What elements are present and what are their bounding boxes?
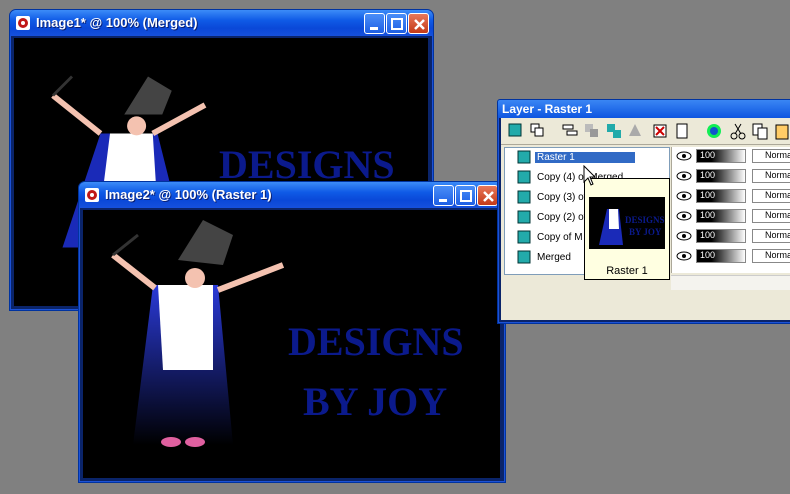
adjust-layer-icon[interactable] [627,122,645,140]
maximize-button[interactable] [455,185,476,206]
mask-icon[interactable] [705,122,723,140]
visibility-eye-icon[interactable] [676,191,692,201]
image2-window[interactable]: Image2* @ 100% (Raster 1) DESIGNS BY JOY [78,181,506,483]
opacity-slider[interactable]: 100 [696,149,746,163]
opacity-value: 100 [700,170,716,180]
opacity-slider[interactable]: 100 [696,169,746,183]
opacity-value: 100 [700,250,716,260]
layer-attributes: 100 Normal 100 Normal 100 Normal 100 Normal 100 N… [671,147,790,273]
blend-mode-select[interactable]: Normal [752,169,790,183]
blend-mode-select[interactable]: Normal [752,249,790,263]
raster-layer-icon [517,170,531,184]
opacity-value: 100 [700,210,716,220]
raster-layer-icon [517,190,531,204]
layer-attribute-row: 100 Normal [672,227,790,247]
raster-layer-icon [517,150,531,164]
layer-attribute-row: 100 Normal [672,207,790,227]
app-icon [16,16,30,30]
image1-titlebar[interactable]: Image1* @ 100% (Merged) [10,10,433,36]
visibility-eye-icon[interactable] [676,211,692,221]
opacity-value: 100 [700,150,716,160]
close-button[interactable] [408,13,429,34]
layer-attribute-row: 100 Normal [672,187,790,207]
promote-layer-icon[interactable] [583,122,601,140]
blend-mode-value: Normal [765,250,790,260]
visibility-eye-icon[interactable] [676,151,692,161]
opacity-value: 100 [700,190,716,200]
layer-thumbnail-tooltip: DESIGNS BY JOY Raster 1 [584,178,670,280]
blend-mode-select[interactable]: Normal [752,149,790,163]
blend-mode-select[interactable]: Normal [752,209,790,223]
art-text-line1: DESIGNS [288,319,464,364]
raster-layer-icon [517,250,531,264]
layer-attribute-row: 100 Normal [672,167,790,187]
thumbnail-art-text-line1: DESIGNS [625,215,665,225]
thumbnail-art-text-line2: BY JOY [629,227,662,237]
blend-mode-value: Normal [765,150,790,160]
blend-mode-select[interactable]: Normal [752,189,790,203]
image2-canvas[interactable]: DESIGNS BY JOY [83,210,500,478]
close-button[interactable] [477,185,498,206]
blend-mode-select[interactable]: Normal [752,229,790,243]
maximize-button[interactable] [386,13,407,34]
merge-layers-icon[interactable] [605,122,623,140]
maximize-icon [391,18,403,30]
blend-mode-value: Normal [765,170,790,180]
horizontal-scrollbar[interactable] [671,275,790,290]
layer-name: Merged [537,252,571,263]
layer-name: Copy (2) of [537,212,587,223]
delete-layer-icon[interactable] [651,122,669,140]
minimize-button[interactable] [364,13,385,34]
opacity-slider[interactable]: 100 [696,189,746,203]
wizard-illustration-2: DESIGNS BY JOY [111,220,464,447]
layer-name: Raster 1 [535,152,635,163]
new-vector-layer-icon[interactable] [529,122,547,140]
opacity-slider[interactable]: 100 [696,229,746,243]
mouse-cursor-icon [583,165,597,186]
layer-palette-title: Layer - Raster 1 [502,102,593,116]
blend-mode-value: Normal [765,230,790,240]
layer-thumbnail: DESIGNS BY JOY [589,197,665,249]
minimize-icon [439,199,447,202]
paste-icon[interactable] [773,122,790,140]
visibility-eye-icon[interactable] [676,251,692,261]
close-icon [483,191,494,202]
copy-icon[interactable] [751,122,769,140]
blend-mode-value: Normal [765,190,790,200]
maximize-icon [460,190,472,202]
layer-attribute-row: 100 Normal [672,147,790,167]
raster-layer-icon [517,210,531,224]
visibility-eye-icon[interactable] [676,171,692,181]
raster-layer-icon [517,230,531,244]
minimize-icon [370,27,378,30]
layer-toolbar [501,118,790,145]
cut-icon[interactable] [729,122,747,140]
new-raster-layer-icon[interactable] [507,122,525,140]
image2-titlebar[interactable]: Image2* @ 100% (Raster 1) [79,182,505,208]
art-text-line2: BY JOY [303,379,447,424]
opacity-slider[interactable]: 100 [696,209,746,223]
visibility-eye-icon[interactable] [676,231,692,241]
opacity-value: 100 [700,230,716,240]
blend-mode-value: Normal [765,210,790,220]
layer-attribute-row: 100 Normal [672,247,790,267]
duplicate-layer-icon[interactable] [561,122,579,140]
layer-palette-titlebar[interactable]: Layer - Raster 1 [498,100,790,118]
layer-name: Copy (3) of [537,192,587,203]
minimize-button[interactable] [433,185,454,206]
app-icon [85,188,99,202]
tooltip-caption: Raster 1 [606,265,648,277]
close-icon [414,19,425,30]
image1-title: Image1* @ 100% (Merged) [36,15,198,30]
layer-name: Copy of M [537,232,583,243]
layer-properties-icon[interactable] [673,122,691,140]
image2-title: Image2* @ 100% (Raster 1) [105,187,272,202]
opacity-slider[interactable]: 100 [696,249,746,263]
